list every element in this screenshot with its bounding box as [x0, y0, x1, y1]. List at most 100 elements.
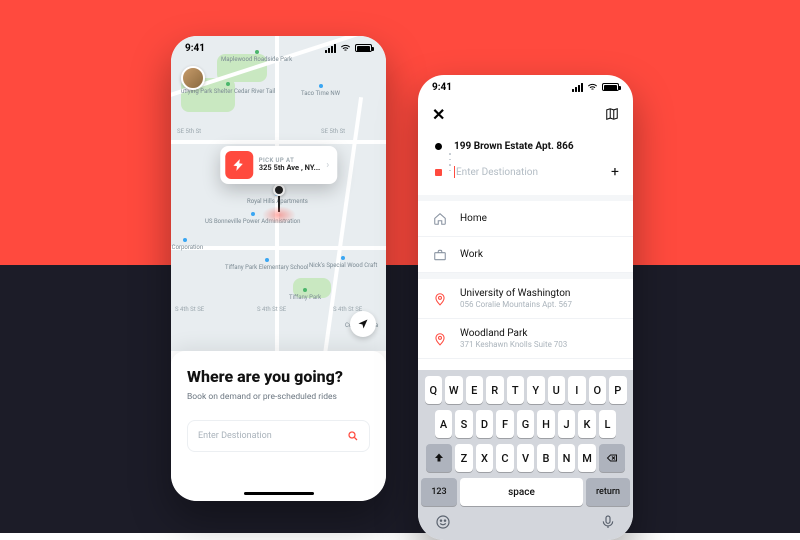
pickup-row[interactable]: 199 Brown Estate Apt. 866: [432, 133, 619, 159]
key-j[interactable]: J: [558, 410, 576, 438]
pickup-callout[interactable]: PICK UP AT 325 5th Ave , NY... ›: [220, 146, 337, 184]
return-key[interactable]: return: [586, 478, 630, 506]
map-road-label: S 4th St SE: [175, 306, 204, 313]
key-k[interactable]: K: [578, 410, 596, 438]
origin-dot-icon: [435, 143, 442, 150]
location-pin-icon: [432, 332, 448, 346]
battery-icon: [355, 44, 372, 52]
locate-me-button[interactable]: [350, 311, 376, 337]
backspace-key[interactable]: [599, 444, 625, 472]
map-poi: Tiffany Park: [289, 288, 321, 301]
key-u[interactable]: U: [548, 376, 566, 404]
location-arrow-icon: [357, 318, 369, 330]
suggestion-subtitle: 056 Coralie Mountains Apt. 567: [460, 300, 572, 310]
key-c[interactable]: C: [496, 444, 514, 472]
pickup-eyebrow: PICK UP AT: [259, 158, 320, 165]
status-time: 9:41: [432, 82, 452, 93]
key-o[interactable]: O: [589, 376, 607, 404]
sheet-subtitle: Book on demand or pre-scheduled rides: [187, 392, 370, 402]
status-bar: 9:41: [171, 36, 386, 60]
search-icon: [347, 430, 359, 442]
suggestion-item[interactable]: University of Washington: [418, 359, 633, 370]
phone-map-screen: 9:41 SE 5th St SE 5th St S 4th St SE S 4…: [171, 36, 386, 501]
destination-sheet: Where are you going? Book on demand or p…: [171, 351, 386, 501]
map-road-label: SE 5th St: [177, 128, 201, 135]
pickup-icon: [225, 151, 253, 179]
wifi-icon: [340, 43, 351, 54]
destination-square-icon: [435, 169, 442, 176]
status-indicators: [325, 43, 372, 54]
key-h[interactable]: H: [537, 410, 555, 438]
map-canvas[interactable]: SE 5th St SE 5th St S 4th St SE S 4th St…: [171, 36, 386, 351]
key-f[interactable]: F: [496, 410, 514, 438]
cell-signal-icon: [325, 44, 336, 53]
text-caret: [454, 166, 455, 178]
key-q[interactable]: Q: [425, 376, 443, 404]
destination-input[interactable]: [198, 431, 339, 441]
home-icon: [432, 212, 448, 226]
suggestion-title: University of Washington: [460, 288, 572, 300]
keyboard: QWERTYUIOP ASDFGHJKL ZXCVBNM 123 space r…: [418, 370, 633, 540]
map-road-label: S 4th St SE: [257, 306, 286, 313]
suggestion-title: Woodland Park: [460, 328, 567, 340]
briefcase-icon: [432, 248, 448, 262]
status-indicators: [572, 82, 619, 93]
suggestion-subtitle: 371 Keshawn Knolls Suite 703: [460, 340, 567, 350]
key-s[interactable]: S: [455, 410, 473, 438]
map-poi: Taco Time NW: [301, 84, 340, 97]
list-item-label: Work: [460, 249, 483, 261]
destination-row[interactable]: +: [432, 159, 619, 185]
suggestion-item[interactable]: University of Washington056 Coralie Moun…: [418, 279, 633, 319]
key-t[interactable]: T: [507, 376, 525, 404]
key-i[interactable]: I: [568, 376, 586, 404]
map-poi: Tiffany Park Elementary School: [225, 258, 308, 271]
search-header: ✕ 199 Brown Estate Apt. 866 +: [418, 103, 633, 185]
key-g[interactable]: G: [517, 410, 535, 438]
key-e[interactable]: E: [466, 376, 484, 404]
avatar[interactable]: [181, 66, 205, 90]
key-y[interactable]: Y: [527, 376, 545, 404]
add-stop-button[interactable]: +: [611, 164, 619, 180]
suggestion-list: Home Work University of Washington056 Co…: [418, 195, 633, 370]
saved-place-work[interactable]: Work: [418, 237, 633, 273]
pickup-address: 325 5th Ave , NY...: [259, 164, 320, 172]
numeric-key[interactable]: 123: [421, 478, 457, 506]
key-v[interactable]: V: [517, 444, 535, 472]
key-r[interactable]: R: [486, 376, 504, 404]
home-indicator: [244, 492, 314, 495]
destination-search[interactable]: [187, 420, 370, 452]
key-p[interactable]: P: [609, 376, 627, 404]
sheet-title: Where are you going?: [187, 367, 370, 386]
key-n[interactable]: N: [558, 444, 576, 472]
map-poi: Nick's Special Wood Craft: [309, 256, 377, 269]
map-road-label: SE 5th St: [321, 128, 345, 135]
cell-signal-icon: [572, 83, 583, 92]
key-w[interactable]: W: [445, 376, 463, 404]
key-b[interactable]: B: [537, 444, 555, 472]
phone-search-screen: 9:41 ✕ 199 Brown Estate Apt. 866: [418, 75, 633, 540]
battery-icon: [602, 83, 619, 91]
suggestion-item[interactable]: Woodland Park371 Keshawn Knolls Suite 70…: [418, 319, 633, 359]
list-item-label: Home: [460, 213, 487, 225]
key-z[interactable]: Z: [455, 444, 473, 472]
close-button[interactable]: ✕: [432, 105, 445, 124]
key-x[interactable]: X: [476, 444, 494, 472]
map-icon[interactable]: [605, 107, 619, 121]
key-l[interactable]: L: [599, 410, 617, 438]
status-time: 9:41: [185, 43, 205, 54]
key-a[interactable]: A: [435, 410, 453, 438]
chevron-right-icon: ›: [326, 160, 329, 171]
saved-place-home[interactable]: Home: [418, 201, 633, 237]
shift-key[interactable]: [426, 444, 452, 472]
dictation-key[interactable]: [600, 514, 616, 534]
key-d[interactable]: D: [476, 410, 494, 438]
status-bar: 9:41: [418, 75, 633, 99]
map-poi: e Corporation: [171, 238, 203, 251]
space-key[interactable]: space: [460, 478, 583, 506]
location-pin-icon: [432, 292, 448, 306]
emoji-key[interactable]: [435, 514, 451, 534]
destination-input[interactable]: [456, 167, 601, 178]
pickup-value: 199 Brown Estate Apt. 866: [454, 141, 574, 152]
key-m[interactable]: M: [578, 444, 596, 472]
route-dots-icon: [449, 153, 451, 171]
